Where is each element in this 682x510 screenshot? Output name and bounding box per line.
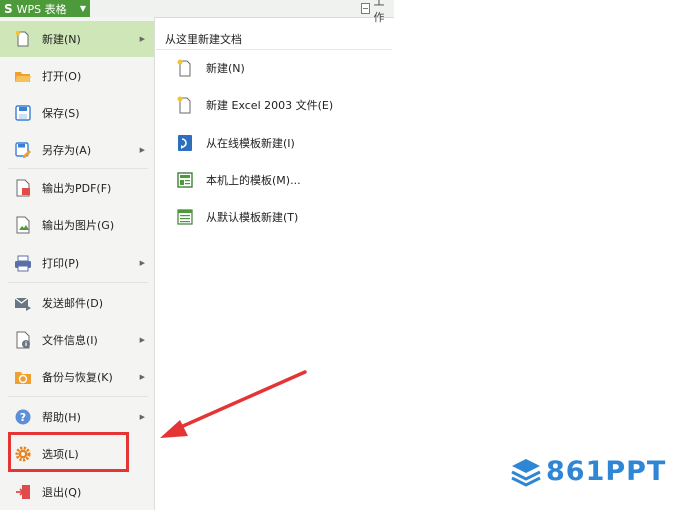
menu-divider: [8, 396, 148, 397]
save-icon: [15, 105, 31, 121]
panel-divider: [156, 49, 392, 50]
menu-item-label: 新建(N): [42, 33, 81, 46]
new-option-local-template[interactable]: 本机上的模板(M)...: [176, 168, 301, 192]
menu-item-save[interactable]: 保存(S): [0, 95, 154, 131]
sheet-icon: [361, 3, 370, 14]
options-highlight-box: [8, 432, 129, 472]
menu-item-send-mail[interactable]: 发送邮件(D): [0, 285, 154, 321]
mail-icon: [14, 297, 31, 311]
file-info-icon: [16, 331, 30, 349]
menu-item-label: 输出为图片(G): [42, 219, 115, 232]
online-template-icon: [178, 135, 192, 151]
help-icon: ?: [15, 409, 31, 425]
panel-title: 从这里新建文档: [165, 33, 242, 46]
menu-item-print[interactable]: 打印(P) ▶: [0, 245, 154, 281]
new-option-online-template[interactable]: 从在线模板新建(I): [176, 131, 295, 155]
stacked-layers-icon: [511, 458, 541, 487]
wps-logo-icon: S: [4, 1, 13, 16]
menu-item-file-info[interactable]: 文件信息(I) ▶: [0, 322, 154, 358]
pdf-export-icon: [16, 179, 30, 197]
image-export-icon: [16, 216, 30, 234]
menu-item-exit[interactable]: 退出(Q): [0, 474, 154, 510]
menu-item-label: 文件信息(I): [42, 334, 98, 347]
backup-icon: [15, 372, 31, 384]
menu-item-label: 退出(Q): [42, 486, 82, 499]
new-option-label: 从在线模板新建(I): [206, 137, 295, 150]
new-option-excel2003[interactable]: 新建 Excel 2003 文件(E): [176, 93, 333, 117]
exit-icon: [16, 485, 30, 499]
sheet-tab[interactable]: 工作: [361, 0, 394, 24]
menu-item-label: 帮助(H): [42, 411, 81, 424]
local-template-icon: [177, 172, 193, 188]
menu-item-export-image[interactable]: 输出为图片(G): [0, 207, 154, 243]
app-button-label: WPS 表格: [16, 2, 67, 16]
menu-divider: [8, 282, 148, 283]
submenu-arrow-icon: ▶: [139, 146, 145, 154]
menu-divider: [8, 168, 148, 169]
svg-text:?: ?: [20, 411, 26, 424]
menu-item-save-as[interactable]: 另存为(A) ▶: [0, 132, 154, 168]
menu-item-label: 另存为(A): [42, 144, 92, 157]
menu-item-label: 备份与恢复(K): [42, 371, 113, 384]
watermark-text: 861PPT: [546, 456, 667, 487]
new-option-blank[interactable]: 新建(N): [176, 56, 245, 80]
menu-item-export-pdf[interactable]: 输出为PDF(F): [0, 170, 154, 206]
submenu-arrow-icon: ▶: [139, 35, 145, 43]
new-excel-icon: [177, 96, 191, 114]
menu-item-backup-restore[interactable]: 备份与恢复(K) ▶: [0, 359, 154, 395]
menu-item-label: 输出为PDF(F): [42, 182, 112, 195]
new-doc-icon: [177, 59, 191, 77]
printer-icon: [15, 255, 31, 272]
menu-item-help[interactable]: ? 帮助(H) ▶: [0, 399, 154, 435]
menu-item-open[interactable]: 打开(O): [0, 58, 154, 94]
new-option-default-template[interactable]: 从默认模板新建(T): [176, 205, 298, 229]
menu-item-label: 打印(P): [42, 257, 80, 270]
submenu-arrow-icon: ▶: [139, 373, 145, 381]
menu-item-label: 发送邮件(D): [42, 297, 104, 310]
wps-menu-button[interactable]: S WPS 表格 ▼: [0, 0, 90, 17]
annotation-arrow: [160, 370, 307, 438]
submenu-arrow-icon: ▶: [139, 413, 145, 421]
new-option-label: 本机上的模板(M)...: [206, 174, 301, 187]
menu-item-label: 保存(S): [42, 107, 80, 120]
save-as-icon: [15, 142, 31, 158]
new-document-panel: 从这里新建文档 新建(N) 新建 Excel 2003 文件(E) 从在线模板新…: [156, 17, 392, 277]
new-option-label: 从默认模板新建(T): [206, 211, 299, 224]
open-folder-icon: [15, 72, 31, 82]
dropdown-caret-icon: ▼: [79, 4, 86, 13]
new-option-label: 新建 Excel 2003 文件(E): [206, 99, 334, 112]
new-option-label: 新建(N): [206, 62, 245, 75]
default-template-icon: [177, 209, 193, 225]
menu-item-label: 打开(O): [42, 70, 82, 83]
submenu-arrow-icon: ▶: [139, 336, 145, 344]
title-bar: S WPS 表格 ▼ 工作: [0, 0, 394, 24]
submenu-arrow-icon: ▶: [139, 259, 145, 267]
new-doc-icon: [15, 30, 29, 47]
menu-item-new[interactable]: 新建(N) ▶: [0, 21, 154, 57]
watermark-logo: 861PPT: [510, 456, 666, 487]
